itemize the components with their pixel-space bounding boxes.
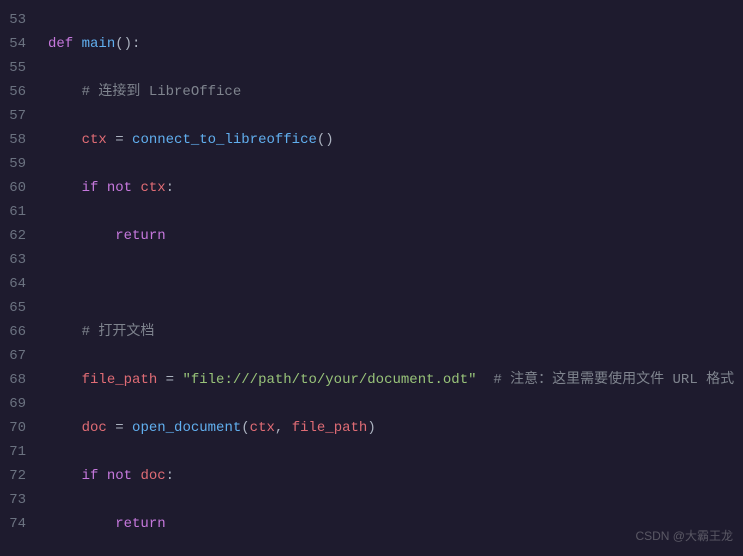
line-number: 59 xyxy=(8,152,26,176)
line-number: 57 xyxy=(8,104,26,128)
code-line[interactable]: file_path = "file:///path/to/your/docume… xyxy=(48,368,743,392)
line-number: 64 xyxy=(8,272,26,296)
code-line[interactable] xyxy=(48,272,743,296)
line-number: 61 xyxy=(8,200,26,224)
line-number: 66 xyxy=(8,320,26,344)
code-line[interactable]: doc = open_document(ctx, file_path) xyxy=(48,416,743,440)
line-number: 69 xyxy=(8,392,26,416)
line-number: 65 xyxy=(8,296,26,320)
code-line[interactable]: # 连接到 LibreOffice xyxy=(48,80,743,104)
line-number: 73 xyxy=(8,488,26,512)
line-number: 54 xyxy=(8,32,26,56)
code-editor[interactable]: 53 54 55 56 57 58 59 60 61 62 63 64 65 6… xyxy=(0,0,743,556)
code-area[interactable]: def main(): # 连接到 LibreOffice ctx = conn… xyxy=(36,0,743,556)
code-line[interactable]: # 打开文档 xyxy=(48,320,743,344)
line-number: 58 xyxy=(8,128,26,152)
line-number: 62 xyxy=(8,224,26,248)
line-number: 56 xyxy=(8,80,26,104)
line-number: 67 xyxy=(8,344,26,368)
line-number: 53 xyxy=(8,8,26,32)
line-number: 68 xyxy=(8,368,26,392)
line-number: 71 xyxy=(8,440,26,464)
code-line[interactable]: return xyxy=(48,224,743,248)
line-number-gutter: 53 54 55 56 57 58 59 60 61 62 63 64 65 6… xyxy=(0,0,36,556)
line-number: 72 xyxy=(8,464,26,488)
line-number: 74 xyxy=(8,512,26,536)
line-number: 60 xyxy=(8,176,26,200)
line-number: 55 xyxy=(8,56,26,80)
line-number: 63 xyxy=(8,248,26,272)
code-line[interactable]: if not doc: xyxy=(48,464,743,488)
watermark: CSDN @大霸王龙 xyxy=(635,524,733,548)
code-line[interactable]: ctx = connect_to_libreoffice() xyxy=(48,128,743,152)
line-number: 70 xyxy=(8,416,26,440)
code-line[interactable]: def main(): xyxy=(48,32,743,56)
code-line[interactable]: if not ctx: xyxy=(48,176,743,200)
